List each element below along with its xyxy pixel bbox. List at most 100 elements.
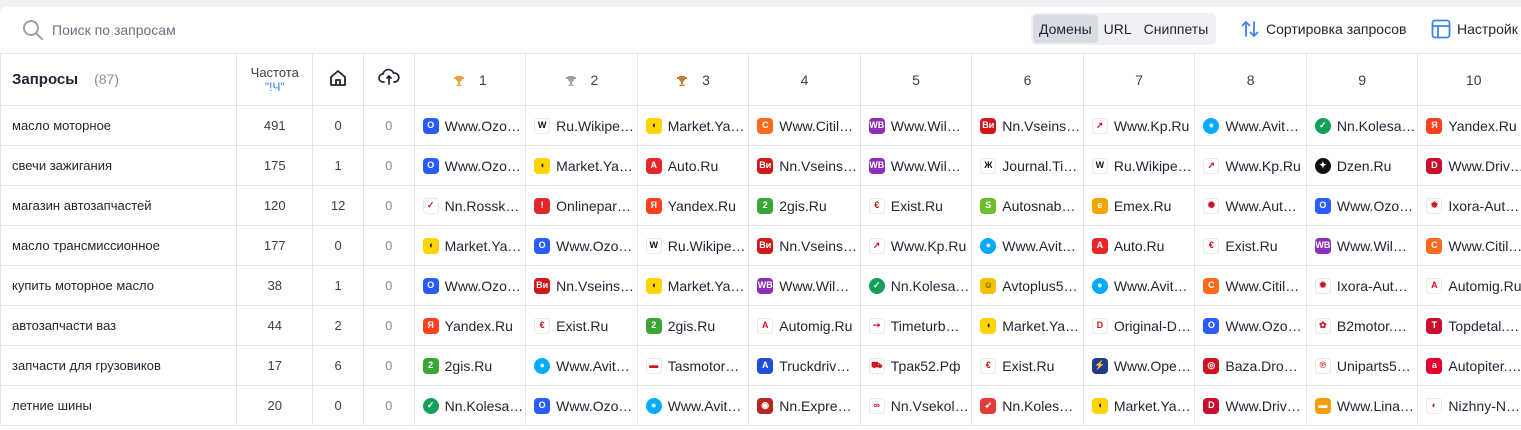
domain-cell[interactable]: D Www.Driv… [1417, 145, 1521, 186]
domain-cell[interactable]: ∞ Nn.Vsekol… [859, 385, 973, 426]
domain-link[interactable]: 2 2gis.Ru [645, 317, 748, 334]
domain-link[interactable]: ✹ Ixora-Aut… [1314, 277, 1417, 294]
domain-link[interactable]: ! Onlinepar… [534, 197, 636, 214]
position-header-10[interactable]: 10 [1417, 53, 1521, 106]
position-header-3[interactable]: 3 [636, 53, 750, 106]
domain-cell[interactable]: ✓ Nn.Kolesa… [859, 265, 973, 306]
domain-cell[interactable]: ✹ Ixora-Aut… [1305, 265, 1419, 306]
domain-cell[interactable]: O Www.Ozo… [525, 225, 638, 266]
domain-cell[interactable]: ◖ Market.Ya… [413, 225, 527, 266]
domain-link[interactable]: ✓ Nn.Kolesa… [1314, 117, 1417, 134]
domain-cell[interactable]: ✓ Nn.Rossk… [413, 185, 527, 226]
search-input[interactable] [52, 19, 432, 41]
domain-cell[interactable]: ➶ Nn.Koles… [971, 385, 1084, 426]
domain-cell[interactable]: A Automig.Ru [1417, 265, 1521, 306]
domain-cell[interactable]: W Ru.Wikipe… [636, 225, 750, 266]
home-column-header[interactable] [312, 53, 364, 106]
domain-cell[interactable]: ✿ B2motor.… [1305, 305, 1419, 346]
domain-cell[interactable]: W Ru.Wikipe… [1082, 145, 1196, 186]
domain-cell[interactable]: C Www.Citil… [1417, 225, 1521, 266]
domain-cell[interactable]: ◖ Market.Ya… [636, 105, 750, 146]
domain-link[interactable]: D Www.Driv… [1203, 397, 1305, 414]
domain-link[interactable]: O Www.Ozo… [422, 157, 525, 174]
domain-link[interactable]: ▬ Tasmotor… [645, 357, 748, 374]
domain-cell[interactable]: ◖ Market.Ya… [636, 265, 750, 306]
domain-link[interactable]: ◖ Market.Ya… [645, 117, 748, 134]
domain-link[interactable]: ✓ Nn.Rossk… [422, 197, 525, 214]
domain-cell[interactable]: ✺ Www.Aut… [1194, 185, 1307, 226]
domain-cell[interactable]: ✓ Nn.Kolesa… [413, 385, 527, 426]
domain-cell[interactable]: D Original-D… [1082, 305, 1196, 346]
domain-link[interactable]: ✹ Ixora-Aut… [1426, 197, 1521, 214]
domain-link[interactable]: ✦ Dzen.Ru [1314, 157, 1417, 174]
domain-link[interactable]: ✿ B2motor.… [1314, 317, 1417, 334]
domain-link[interactable]: W Ru.Wikipe… [1091, 157, 1194, 174]
domain-cell[interactable]: ⛟ Трак52.Рф [859, 345, 973, 386]
table-row[interactable]: автозапчасти ваз 44 2 0 Я Yandex.Ru € Exist.Ru 2… [0, 305, 1521, 346]
domain-cell[interactable]: Ви Nn.Vseins… [748, 225, 861, 266]
domain-link[interactable]: e Emex.Ru [1091, 197, 1194, 214]
domain-link[interactable]: € Exist.Ru [534, 317, 636, 334]
domain-cell[interactable]: ✹ Ixora-Aut… [1417, 185, 1521, 226]
table-row[interactable]: свечи зажигания 175 1 0 O Www.Ozo… ◖ Market.Ya…… [0, 145, 1521, 186]
domain-link[interactable]: € Exist.Ru [980, 357, 1082, 374]
position-header-1[interactable]: 1 [413, 53, 527, 106]
domain-cell[interactable]: T Topdetal.… [1417, 305, 1521, 346]
position-header-8[interactable]: 8 [1194, 53, 1307, 106]
domain-link[interactable]: ● Www.Avit… [980, 237, 1082, 254]
domain-link[interactable]: ✺ Www.Aut… [1203, 197, 1305, 214]
domain-link[interactable]: O Www.Ozo… [1314, 197, 1417, 214]
domain-cell[interactable]: ◐ Nizhny-N… [1417, 385, 1521, 426]
domain-link[interactable]: C Www.Citil… [757, 117, 859, 134]
domain-cell[interactable]: A Auto.Ru [1082, 225, 1196, 266]
domain-link[interactable]: WB Www.Wil… [868, 117, 971, 134]
position-header-2[interactable]: 2 [525, 53, 638, 106]
domain-cell[interactable]: ● Www.Avit… [1194, 105, 1307, 146]
domain-cell[interactable]: ◎ Baza.Dro… [1194, 345, 1307, 386]
domain-link[interactable]: ◖ Market.Ya… [980, 317, 1082, 334]
domain-link[interactable]: ⚡ Www.Ope… [1091, 357, 1194, 374]
domain-link[interactable]: ◉ Nn.Expre… [757, 397, 859, 414]
domain-link[interactable]: ◖ Market.Ya… [534, 157, 636, 174]
domain-cell[interactable]: ◖ Market.Ya… [971, 305, 1084, 346]
domain-cell[interactable]: Ви Nn.Vseins… [748, 145, 861, 186]
domain-link[interactable]: W Ru.Wikipe… [534, 117, 636, 134]
domain-link[interactable]: ➚ Www.Kp.Ru [868, 237, 971, 254]
domain-link[interactable]: Я Yandex.Ru [645, 197, 748, 214]
domain-link[interactable]: C Www.Citil… [1426, 237, 1521, 254]
sort-queries-button[interactable]: Сортировка запросов [1240, 13, 1406, 45]
tab-domains[interactable]: Домены [1033, 15, 1098, 43]
position-header-4[interactable]: 4 [748, 53, 861, 106]
table-row[interactable]: масло трансмиссионное 177 0 0 ◖ Market.Ya… O Ww… [0, 225, 1521, 266]
table-row[interactable]: масло моторное 491 0 0 O Www.Ozo… W Ru.Wikipe… ◖… [0, 105, 1521, 146]
domain-cell[interactable]: WB Www.Wil… [859, 105, 973, 146]
domain-link[interactable]: Я Yandex.Ru [422, 317, 525, 334]
domain-link[interactable]: D Www.Driv… [1426, 157, 1521, 174]
domain-cell[interactable]: ◖ Market.Ya… [1082, 385, 1196, 426]
domain-link[interactable]: 2 2gis.Ru [422, 357, 525, 374]
query-cell[interactable]: свечи зажигания [0, 145, 238, 186]
query-cell[interactable]: запчасти для грузовиков [0, 345, 238, 386]
domain-cell[interactable]: D Www.Driv… [1194, 385, 1307, 426]
domain-link[interactable]: ▬ Www.Lina… [1314, 397, 1417, 414]
domain-cell[interactable]: WB Www.Wil… [1305, 225, 1419, 266]
table-row[interactable]: магазин автозапчастей 120 12 0 ✓ Nn.Rossk…! On… [0, 185, 1521, 226]
domain-link[interactable]: Ви Nn.Vseins… [757, 157, 859, 174]
domain-link[interactable]: ➚ Www.Kp.Ru [1091, 117, 1194, 134]
domain-link[interactable]: Я Yandex.Ru [1426, 117, 1521, 134]
domain-cell[interactable]: C Www.Citil… [1194, 265, 1307, 306]
domain-cell[interactable]: O Www.Ozo… [1194, 305, 1307, 346]
domain-link[interactable]: ◎ Baza.Dro… [1203, 357, 1305, 374]
domain-cell[interactable]: ● Www.Avit… [636, 385, 750, 426]
domain-link[interactable]: ● Www.Avit… [534, 357, 636, 374]
domain-cell[interactable]: e Emex.Ru [1082, 185, 1196, 226]
domain-cell[interactable]: C Www.Citil… [748, 105, 861, 146]
position-header-7[interactable]: 7 [1082, 53, 1196, 106]
domain-cell[interactable]: W Ru.Wikipe… [525, 105, 638, 146]
queries-header[interactable]: Запросы (87) [0, 53, 238, 106]
domain-cell[interactable]: Я Yandex.Ru [413, 305, 527, 346]
table-row[interactable]: летние шины 20 0 0 ✓ Nn.Kolesa… O Www.Ozo… ● Www.… [0, 385, 1521, 426]
domain-link[interactable]: € Exist.Ru [868, 197, 971, 214]
tab-snippets[interactable]: Сниппеты [1138, 15, 1215, 43]
domain-cell[interactable]: € Exist.Ru [1194, 225, 1307, 266]
